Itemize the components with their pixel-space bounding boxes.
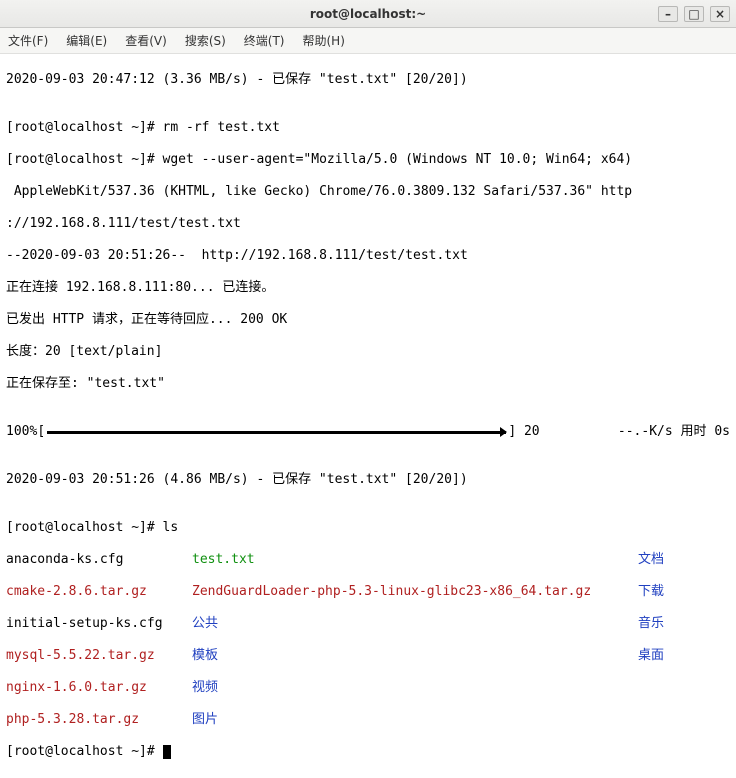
- terminal-output[interactable]: 2020-09-03 20:47:12 (3.36 MB/s) - 已保存 "t…: [0, 54, 736, 778]
- ls-dir: 视频: [192, 680, 622, 696]
- ls-dir: 桌面: [638, 648, 718, 664]
- minimize-button[interactable]: –: [658, 6, 678, 22]
- output-line: 2020-09-03 20:51:26 (4.86 MB/s) - 已保存 "t…: [6, 472, 730, 488]
- ls-row: anaconda-ks.cfg test.txt 文档: [6, 552, 730, 568]
- menu-search[interactable]: 搜索(S): [183, 30, 228, 51]
- ls-row: nginx-1.6.0.tar.gz 视频: [6, 680, 730, 696]
- ls-dir: 下载: [638, 584, 718, 600]
- ls-archive: mysql-5.5.22.tar.gz: [6, 648, 176, 664]
- maximize-button[interactable]: □: [684, 6, 704, 22]
- ls-archive: ZendGuardLoader-php-5.3-linux-glibc23-x8…: [192, 584, 622, 600]
- ls-dir: 公共: [192, 616, 622, 632]
- progress-line: 100% [ ] 20 --.-K/s 用时 0s: [6, 424, 730, 440]
- ls-archive: php-5.3.28.tar.gz: [6, 712, 176, 728]
- menubar: 文件(F) 编辑(E) 查看(V) 搜索(S) 终端(T) 帮助(H): [0, 28, 736, 54]
- menu-terminal[interactable]: 终端(T): [242, 30, 287, 51]
- output-line: ://192.168.8.111/test/test.txt: [6, 216, 730, 232]
- close-button[interactable]: ×: [710, 6, 730, 22]
- window-controls: – □ ×: [658, 6, 730, 22]
- prompt-line[interactable]: [root@localhost ~]#: [6, 744, 730, 760]
- output-line: 正在连接 192.168.8.111:80... 已连接。: [6, 280, 730, 296]
- menu-edit[interactable]: 编辑(E): [64, 30, 109, 51]
- ls-file: anaconda-ks.cfg: [6, 552, 176, 568]
- ls-row: php-5.3.28.tar.gz 图片: [6, 712, 730, 728]
- output-line: 2020-09-03 20:47:12 (3.36 MB/s) - 已保存 "t…: [6, 72, 730, 88]
- ls-row: mysql-5.5.22.tar.gz 模板 桌面: [6, 648, 730, 664]
- ls-file: initial-setup-ks.cfg: [6, 616, 176, 632]
- ls-archive: nginx-1.6.0.tar.gz: [6, 680, 176, 696]
- progress-percent: 100%: [6, 424, 37, 440]
- window-title: root@localhost:~: [310, 7, 426, 21]
- ls-dir: 音乐: [638, 616, 718, 632]
- output-line: [root@localhost ~]# rm -rf test.txt: [6, 120, 730, 136]
- ls-row: cmake-2.8.6.tar.gz ZendGuardLoader-php-5…: [6, 584, 730, 600]
- menu-view[interactable]: 查看(V): [123, 30, 169, 51]
- cursor: [163, 745, 171, 759]
- output-line: 已发出 HTTP 请求，正在等待回应... 200 OK: [6, 312, 730, 328]
- titlebar: root@localhost:~ – □ ×: [0, 0, 736, 28]
- output-line: --2020-09-03 20:51:26-- http://192.168.8…: [6, 248, 730, 264]
- menu-file[interactable]: 文件(F): [6, 30, 50, 51]
- output-line: [root@localhost ~]# wget --user-agent="M…: [6, 152, 730, 168]
- output-line: 正在保存至: "test.txt": [6, 376, 730, 392]
- output-line: [root@localhost ~]# ls: [6, 520, 730, 536]
- output-line: 长度：20 [text/plain]: [6, 344, 730, 360]
- output-line: AppleWebKit/537.36 (KHTML, like Gecko) C…: [6, 184, 730, 200]
- progress-bar: [47, 431, 506, 434]
- ls-dir: 图片: [192, 712, 622, 728]
- menu-help[interactable]: 帮助(H): [301, 30, 347, 51]
- progress-stats: 20 --.-K/s 用时 0s: [516, 424, 730, 440]
- ls-archive: cmake-2.8.6.tar.gz: [6, 584, 176, 600]
- ls-dir: 文档: [638, 552, 718, 568]
- ls-dir: 模板: [192, 648, 622, 664]
- ls-row: initial-setup-ks.cfg 公共 音乐: [6, 616, 730, 632]
- ls-file: test.txt: [192, 552, 622, 568]
